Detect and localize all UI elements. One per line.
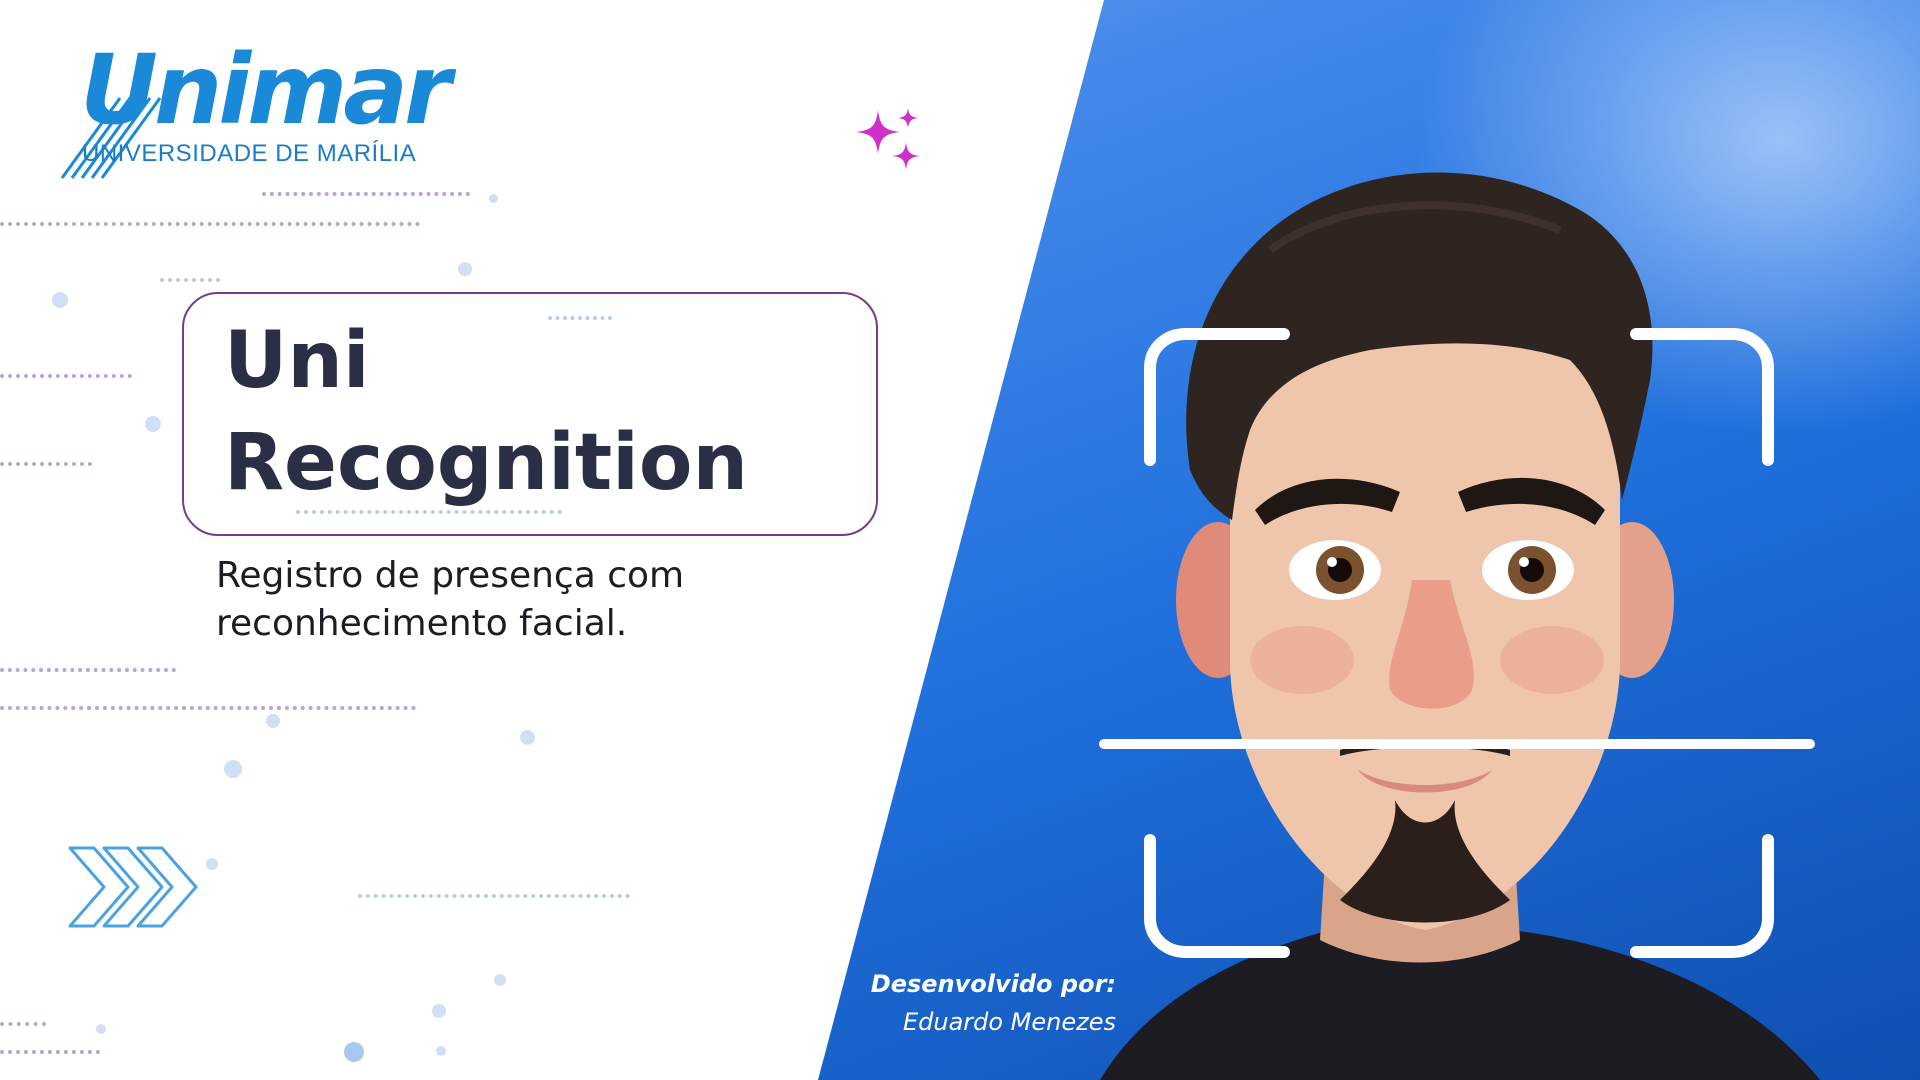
- decorative-dots: [0, 668, 176, 672]
- decorative-bubble: [458, 262, 472, 276]
- unimar-logo: Unimar UNIVERSIDADE DE MARÍLIA: [60, 42, 460, 179]
- decorative-bubble: [266, 714, 280, 728]
- slide: Unimar UNIVERSIDADE DE MARÍLIA Uni Recog…: [0, 0, 1920, 1080]
- decorative-dots: [0, 462, 92, 466]
- decorative-bubble: [96, 1024, 106, 1034]
- decorative-bubble: [432, 1004, 446, 1018]
- decorative-bubble: [206, 858, 218, 870]
- decorative-dots: [0, 706, 416, 710]
- decorative-dots: [0, 374, 132, 378]
- decorative-dots: [160, 278, 220, 282]
- decorative-dots: [0, 1022, 46, 1026]
- decorative-dots: [0, 222, 420, 226]
- title-card: Uni Recognition: [182, 292, 878, 536]
- decorative-bubble: [489, 194, 498, 203]
- decorative-dots: [262, 192, 470, 196]
- decorative-bubble: [436, 1046, 446, 1056]
- decorative-dots: [358, 894, 630, 898]
- page-title-line-2: Recognition: [224, 418, 749, 508]
- credits-label: Desenvolvido por:: [870, 970, 1116, 998]
- decorative-bubble: [520, 730, 535, 745]
- logo-wordmark: Unimar: [80, 34, 451, 146]
- chevrons-right-icon: [68, 846, 198, 928]
- credits-name: Eduardo Menezes: [902, 1008, 1116, 1036]
- page-title-line-1: Uni: [224, 316, 370, 406]
- decorative-bubble: [145, 416, 161, 432]
- decorative-bubble: [344, 1042, 364, 1062]
- face-scan-frame-icon: [1099, 328, 1815, 958]
- sparkle-icon: [856, 108, 920, 170]
- decorative-bubble: [52, 292, 68, 308]
- decorative-bubble: [224, 760, 242, 778]
- page-subtitle: Registro de presença com reconhecimento …: [216, 555, 685, 644]
- logo-subtitle: UNIVERSIDADE DE MARÍLIA: [82, 140, 417, 167]
- decorative-bubble: [494, 974, 506, 986]
- decorative-dots: [0, 1050, 100, 1054]
